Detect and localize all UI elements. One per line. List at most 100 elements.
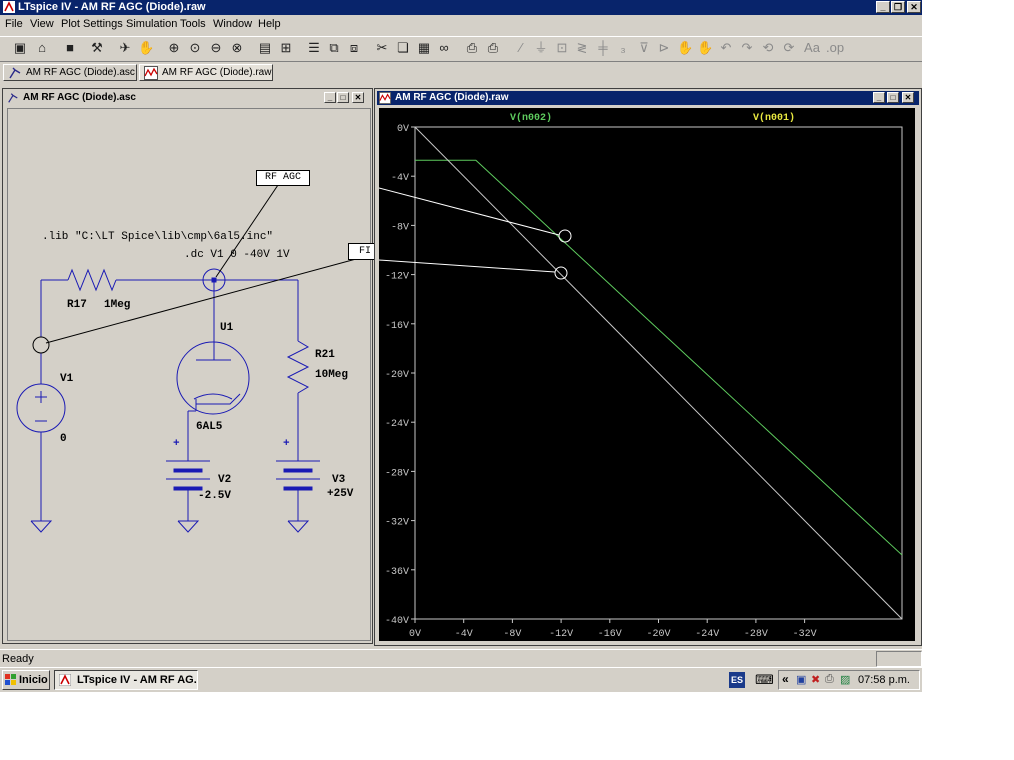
- v1-value[interactable]: 0: [60, 433, 67, 445]
- autorange-icon[interactable]: ▤: [257, 40, 273, 56]
- halt-icon[interactable]: ✋: [138, 40, 154, 56]
- copy-icon[interactable]: ❏: [395, 40, 411, 56]
- tray-expand-chevron[interactable]: «: [782, 672, 789, 686]
- r21-value[interactable]: 10Meg: [315, 369, 348, 381]
- series-line-v-n001[interactable]: [414, 126, 903, 620]
- resistor-icon[interactable]: ≷: [574, 40, 590, 56]
- cut-icon[interactable]: ✂: [374, 40, 390, 56]
- undo-icon[interactable]: ↶: [718, 40, 734, 56]
- move-icon[interactable]: ✋: [677, 40, 693, 56]
- v3-value[interactable]: +25V: [327, 488, 353, 500]
- redo-icon[interactable]: ↷: [739, 40, 755, 56]
- network-icon[interactable]: ▣: [796, 673, 806, 686]
- y-tick-label: -28V: [385, 468, 409, 479]
- r21-name[interactable]: R21: [315, 349, 335, 361]
- schematic-maximize-button[interactable]: □: [337, 92, 349, 103]
- ltspice-icon: [59, 674, 71, 686]
- cascade-icon[interactable]: ⧈: [346, 40, 362, 56]
- keyboard-icon[interactable]: ⌨: [755, 672, 774, 688]
- printer-icon[interactable]: ⎙: [825, 673, 834, 686]
- start-button[interactable]: Inicio: [2, 670, 50, 690]
- v1-name[interactable]: V1: [60, 373, 73, 385]
- print-preview-icon[interactable]: ⎙: [464, 40, 480, 56]
- v2-value[interactable]: -2.5V: [198, 490, 231, 502]
- mirror-icon[interactable]: ⟳: [781, 40, 797, 56]
- waveform-window[interactable]: AM RF AGC (Diode).raw _ □ ✕ V(n002) V(n0…: [374, 88, 922, 646]
- label-net-icon[interactable]: ⊡: [554, 40, 570, 56]
- zoom-out-icon[interactable]: ⊖: [208, 40, 224, 56]
- menu-file[interactable]: File: [5, 18, 23, 30]
- grid-icon[interactable]: ⊞: [278, 40, 294, 56]
- waveform-minimize-button[interactable]: _: [873, 92, 885, 103]
- spice-directive-icon[interactable]: .op: [826, 40, 844, 56]
- language-indicator[interactable]: ES: [729, 672, 745, 688]
- zoom-in-icon[interactable]: ⊕: [166, 40, 182, 56]
- y-tick-label: -16V: [385, 321, 409, 332]
- tab-schematic[interactable]: AM RF AGC (Diode).asc: [3, 64, 137, 81]
- series-line-v-n002[interactable]: [415, 159, 903, 556]
- control-panel-icon[interactable]: ⚒: [89, 40, 105, 56]
- capacitor-icon[interactable]: ╪: [595, 40, 611, 56]
- tab-waveform[interactable]: AM RF AGC (Diode).raw: [139, 64, 273, 81]
- r17-value[interactable]: 1Meg: [104, 299, 130, 311]
- menu-simulation[interactable]: Simulation: [126, 18, 177, 30]
- tile-vertical-icon[interactable]: ⧉: [326, 40, 342, 56]
- run-icon[interactable]: ✈: [117, 40, 133, 56]
- app-title-bar[interactable]: LTspice IV - AM RF AGC (Diode).raw _ ❐ ✕: [0, 0, 922, 15]
- callout-rf-agc[interactable]: RF AGC: [256, 170, 310, 186]
- restore-button[interactable]: ❐: [891, 1, 905, 13]
- menu-plot-settings[interactable]: Plot Settings: [61, 18, 123, 30]
- clock[interactable]: 07:58 p.m.: [858, 674, 910, 686]
- tile-horizontal-icon[interactable]: ☰: [306, 40, 322, 56]
- waveform-maximize-button[interactable]: □: [887, 92, 899, 103]
- legend-v-n001[interactable]: V(n001): [753, 112, 795, 124]
- x-axis: 0V -4V -8V -12V -16V -20V -24V -28V -32V: [409, 619, 817, 640]
- drag-icon[interactable]: ✋: [697, 40, 713, 56]
- menu-help[interactable]: Help: [258, 18, 281, 30]
- lib-directive[interactable]: .lib "C:\LT Spice\lib\cmp\6al5.inc": [42, 231, 273, 243]
- waveform-icon: [144, 66, 158, 80]
- paste-icon[interactable]: ▦: [416, 40, 432, 56]
- save-icon[interactable]: ■: [62, 40, 78, 56]
- waveform-window-title: AM RF AGC (Diode).raw: [395, 92, 509, 103]
- schematic-minimize-button[interactable]: _: [324, 92, 336, 103]
- diode-icon[interactable]: ⊽: [636, 40, 652, 56]
- r17-name[interactable]: R17: [67, 299, 87, 311]
- wire-icon[interactable]: ∕: [513, 40, 529, 56]
- open-folder-icon[interactable]: ⌂: [34, 40, 50, 56]
- text-icon[interactable]: Aa: [804, 40, 820, 56]
- print-icon[interactable]: ⎙: [485, 40, 501, 56]
- x-tick-label: -16V: [598, 629, 622, 640]
- v2-name[interactable]: V2: [218, 474, 231, 486]
- rotate-icon[interactable]: ⟲: [760, 40, 776, 56]
- waveform-window-title-bar[interactable]: AM RF AGC (Diode).raw _ □ ✕: [377, 91, 919, 105]
- component-icon[interactable]: ⊳: [656, 40, 672, 56]
- schematic-close-button[interactable]: ✕: [352, 92, 364, 103]
- find-icon[interactable]: ∞: [436, 40, 452, 56]
- ground-icon[interactable]: ⏚: [533, 40, 549, 56]
- dc-directive[interactable]: .dc V1 0 -40V 1V: [184, 249, 290, 261]
- schematic-window[interactable]: AM RF AGC (Diode).asc _ □ ✕ .lib "C:\LT …: [2, 88, 442, 644]
- callout-line-fi-mix-plot: [379, 259, 556, 273]
- close-button[interactable]: ✕: [907, 1, 921, 13]
- new-schematic-icon[interactable]: ▣: [12, 40, 28, 56]
- waveform-close-button[interactable]: ✕: [902, 92, 914, 103]
- schematic-window-title-bar[interactable]: AM RF AGC (Diode).asc _ □ ✕: [5, 91, 370, 105]
- zoom-pan-icon[interactable]: ⊙: [187, 40, 203, 56]
- menu-view[interactable]: View: [30, 18, 54, 30]
- u1-name[interactable]: U1: [220, 322, 233, 334]
- legend-v-n002[interactable]: V(n002): [510, 112, 552, 124]
- menu-tools[interactable]: Tools: [180, 18, 206, 30]
- taskbar-item-ltspice[interactable]: LTspice IV - AM RF AG...: [54, 670, 198, 690]
- v3-name[interactable]: V3: [332, 474, 345, 486]
- inductor-icon[interactable]: ₃: [615, 40, 631, 56]
- schematic-canvas[interactable]: .lib "C:\LT Spice\lib\cmp\6al5.inc" .dc …: [7, 108, 442, 641]
- display-icon[interactable]: ▨: [840, 673, 850, 686]
- u1-value[interactable]: 6AL5: [196, 421, 222, 433]
- security-alert-icon[interactable]: ✖: [811, 673, 820, 686]
- menu-window[interactable]: Window: [213, 18, 252, 30]
- zoom-fit-icon[interactable]: ⊗: [229, 40, 245, 56]
- waveform-plot-area[interactable]: V(n002) V(n001) 0V -4V -8V -12V -16V -20V -24V…: [379, 108, 915, 641]
- system-tray: « ▣ ✖ ⎙ ▨ 07:58 p.m.: [778, 670, 920, 690]
- minimize-button[interactable]: _: [876, 1, 890, 13]
